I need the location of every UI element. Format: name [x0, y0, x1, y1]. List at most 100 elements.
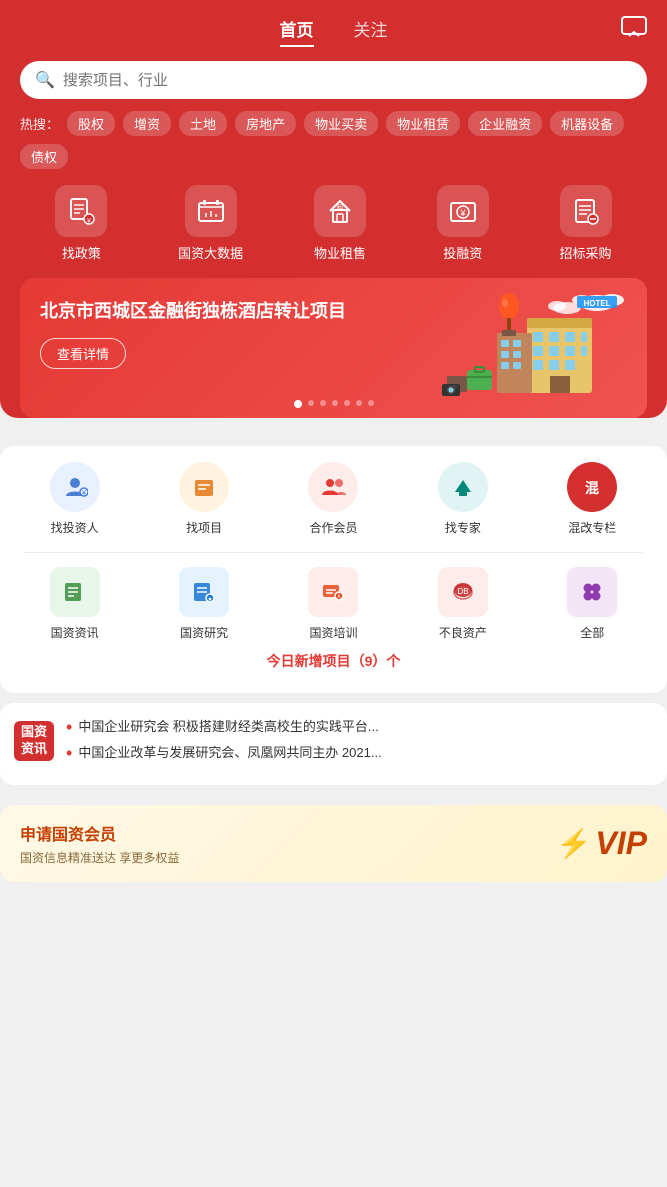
all-icon — [567, 567, 617, 617]
research-icon: ★ — [179, 567, 229, 617]
hot-tag-5[interactable]: 物业租赁 — [386, 111, 460, 136]
tab-follow[interactable]: 关注 — [354, 16, 388, 47]
investor-label: 找投资人 — [51, 519, 99, 536]
hot-label: 热搜： — [20, 114, 59, 133]
project-label: 找项目 — [186, 519, 222, 536]
investor-icon: ¥ — [50, 462, 100, 512]
svg-text:HOTEL: HOTEL — [583, 299, 610, 308]
news-item-0[interactable]: 国资 资讯 • 中国企业研究会 积极搭建财经类高校生的实践平台... • 中国企… — [14, 703, 653, 773]
news-icon — [50, 567, 100, 617]
dot-4 — [344, 400, 350, 406]
quick-nav-bid[interactable]: 招标采购 — [560, 185, 612, 262]
res-training-label: 国资培训 — [309, 624, 357, 641]
policy-label: 找政策 — [62, 243, 101, 262]
rental-label: 物业租售 — [314, 243, 366, 262]
hot-tag-4[interactable]: 物业买卖 — [304, 111, 378, 136]
hot-tags: 热搜： 股权 增资 土地 房地产 物业买卖 物业租赁 企业融资 机器设备 债权 — [20, 111, 647, 169]
svg-text:混: 混 — [585, 480, 599, 496]
res-all[interactable]: 全部 — [567, 567, 617, 641]
vip-banner[interactable]: 申请国资会员 国资信息精准送达 享更多权益 ⚡ VIP — [0, 805, 667, 882]
banner-dots — [294, 400, 374, 408]
member-icon — [308, 462, 358, 512]
banner-detail-button[interactable]: 查看详情 — [40, 338, 126, 369]
tab-home[interactable]: 首页 — [280, 16, 314, 47]
res-research[interactable]: ★ 国资研究 — [179, 567, 229, 641]
expert-label: 找专家 — [445, 519, 481, 536]
hot-tag-0[interactable]: 股权 — [67, 111, 115, 136]
res-bad-asset[interactable]: DB 不良资产 — [438, 567, 488, 641]
bullet-0: • — [66, 717, 72, 739]
banner-title: 北京市西城区金融街独栋酒店转让项目 — [40, 298, 363, 324]
banner-image: HOTEL — [437, 288, 637, 408]
hot-tag-2[interactable]: 土地 — [179, 111, 227, 136]
news-section: 国资 资讯 • 中国企业研究会 积极搭建财经类高校生的实践平台... • 中国企… — [0, 703, 667, 785]
dot-6 — [368, 400, 374, 406]
bigdata-icon — [185, 185, 237, 237]
dot-1 — [308, 400, 314, 406]
policy-icon: ¥ — [55, 185, 107, 237]
badge-line1: 国资 — [21, 724, 47, 741]
res-news[interactable]: 国资资讯 — [50, 567, 100, 641]
svg-text:人: 人 — [336, 593, 343, 601]
service-investor[interactable]: ¥ 找投资人 — [50, 462, 100, 536]
res-research-label: 国资研究 — [180, 624, 228, 641]
header: 首页 关注 🔍 热搜： 股权 增资 土地 房地产 物业买卖 物业租赁 企业 — [0, 0, 667, 418]
mixed-icon: 混 — [567, 462, 617, 512]
res-all-label: 全部 — [580, 624, 604, 641]
res-bad-asset-label: 不良资产 — [439, 624, 487, 641]
news-text-0: 中国企业研究会 积极搭建财经类高校生的实践平台... — [78, 717, 653, 737]
lightning-icon: ⚡ — [557, 827, 592, 860]
res-training[interactable]: 人 国资培训 — [308, 567, 358, 641]
dot-0 — [294, 400, 302, 408]
quick-nav-rental[interactable]: 租 物业租售 — [314, 185, 366, 262]
service-member[interactable]: 合作会员 — [308, 462, 358, 536]
bullet-1: • — [66, 743, 72, 765]
vip-desc: 国资信息精准送达 享更多权益 — [20, 849, 179, 866]
quick-nav-invest[interactable]: ¥ 投融资 — [437, 185, 489, 262]
training-icon: 人 — [308, 567, 358, 617]
dot-5 — [356, 400, 362, 406]
vip-title: 申请国资会员 — [20, 821, 179, 845]
dot-2 — [320, 400, 326, 406]
service-project[interactable]: 找项目 — [179, 462, 229, 536]
rental-icon: 租 — [314, 185, 366, 237]
project-icon — [179, 462, 229, 512]
news-list: 国资 资讯 • 中国企业研究会 积极搭建财经类高校生的实践平台... • 中国企… — [0, 703, 667, 785]
service-expert[interactable]: 找专家 — [438, 462, 488, 536]
resource-grid: 国资资讯 ★ 国资研究 — [10, 567, 657, 641]
dot-3 — [332, 400, 338, 406]
expert-icon — [438, 462, 488, 512]
svg-text:租: 租 — [336, 204, 343, 212]
news-badge: 国资 资讯 — [14, 721, 54, 761]
bid-icon — [560, 185, 612, 237]
hot-tag-3[interactable]: 房地产 — [235, 111, 296, 136]
hot-tag-1[interactable]: 增资 — [123, 111, 171, 136]
vip-badge-text: VIP — [595, 825, 647, 862]
quick-nav-bigdata[interactable]: 国资大数据 — [178, 185, 243, 262]
today-projects-bar: 今日新增项目（9）个 — [10, 641, 657, 677]
hot-tag-8[interactable]: 债权 — [20, 144, 68, 169]
quick-nav-policy[interactable]: ¥ 找政策 — [55, 185, 107, 262]
invest-label: 投融资 — [443, 243, 482, 262]
svg-text:★: ★ — [207, 596, 212, 603]
news-item-text-0: • 中国企业研究会 积极搭建财经类高校生的实践平台... — [60, 715, 653, 741]
badge-line2: 资讯 — [21, 741, 47, 758]
bigdata-label: 国资大数据 — [178, 243, 243, 262]
banner: 北京市西城区金融街独栋酒店转让项目 查看详情 HOTEL — [20, 278, 647, 418]
message-icon[interactable] — [621, 16, 647, 44]
hot-tag-7[interactable]: 机器设备 — [550, 111, 624, 136]
member-label: 合作会员 — [309, 519, 357, 536]
svg-text:¥: ¥ — [82, 490, 86, 497]
search-icon: 🔍 — [35, 70, 55, 90]
service-grid: ¥ 找投资人 找项目 — [10, 462, 657, 536]
search-input[interactable] — [63, 72, 632, 89]
svg-text:¥: ¥ — [87, 218, 91, 225]
quick-nav: ¥ 找政策 国资大数据 — [20, 185, 647, 262]
hot-tag-6[interactable]: 企业融资 — [468, 111, 542, 136]
search-bar[interactable]: 🔍 — [20, 61, 647, 99]
service-mixed[interactable]: 混 混改专栏 — [567, 462, 617, 536]
res-news-label: 国资资讯 — [51, 624, 99, 641]
svg-text:¥: ¥ — [459, 208, 466, 218]
news-text-1: 中国企业改革与发展研究会、凤凰网共同主办 2021... — [78, 743, 653, 763]
svg-text:DB: DB — [457, 587, 468, 596]
